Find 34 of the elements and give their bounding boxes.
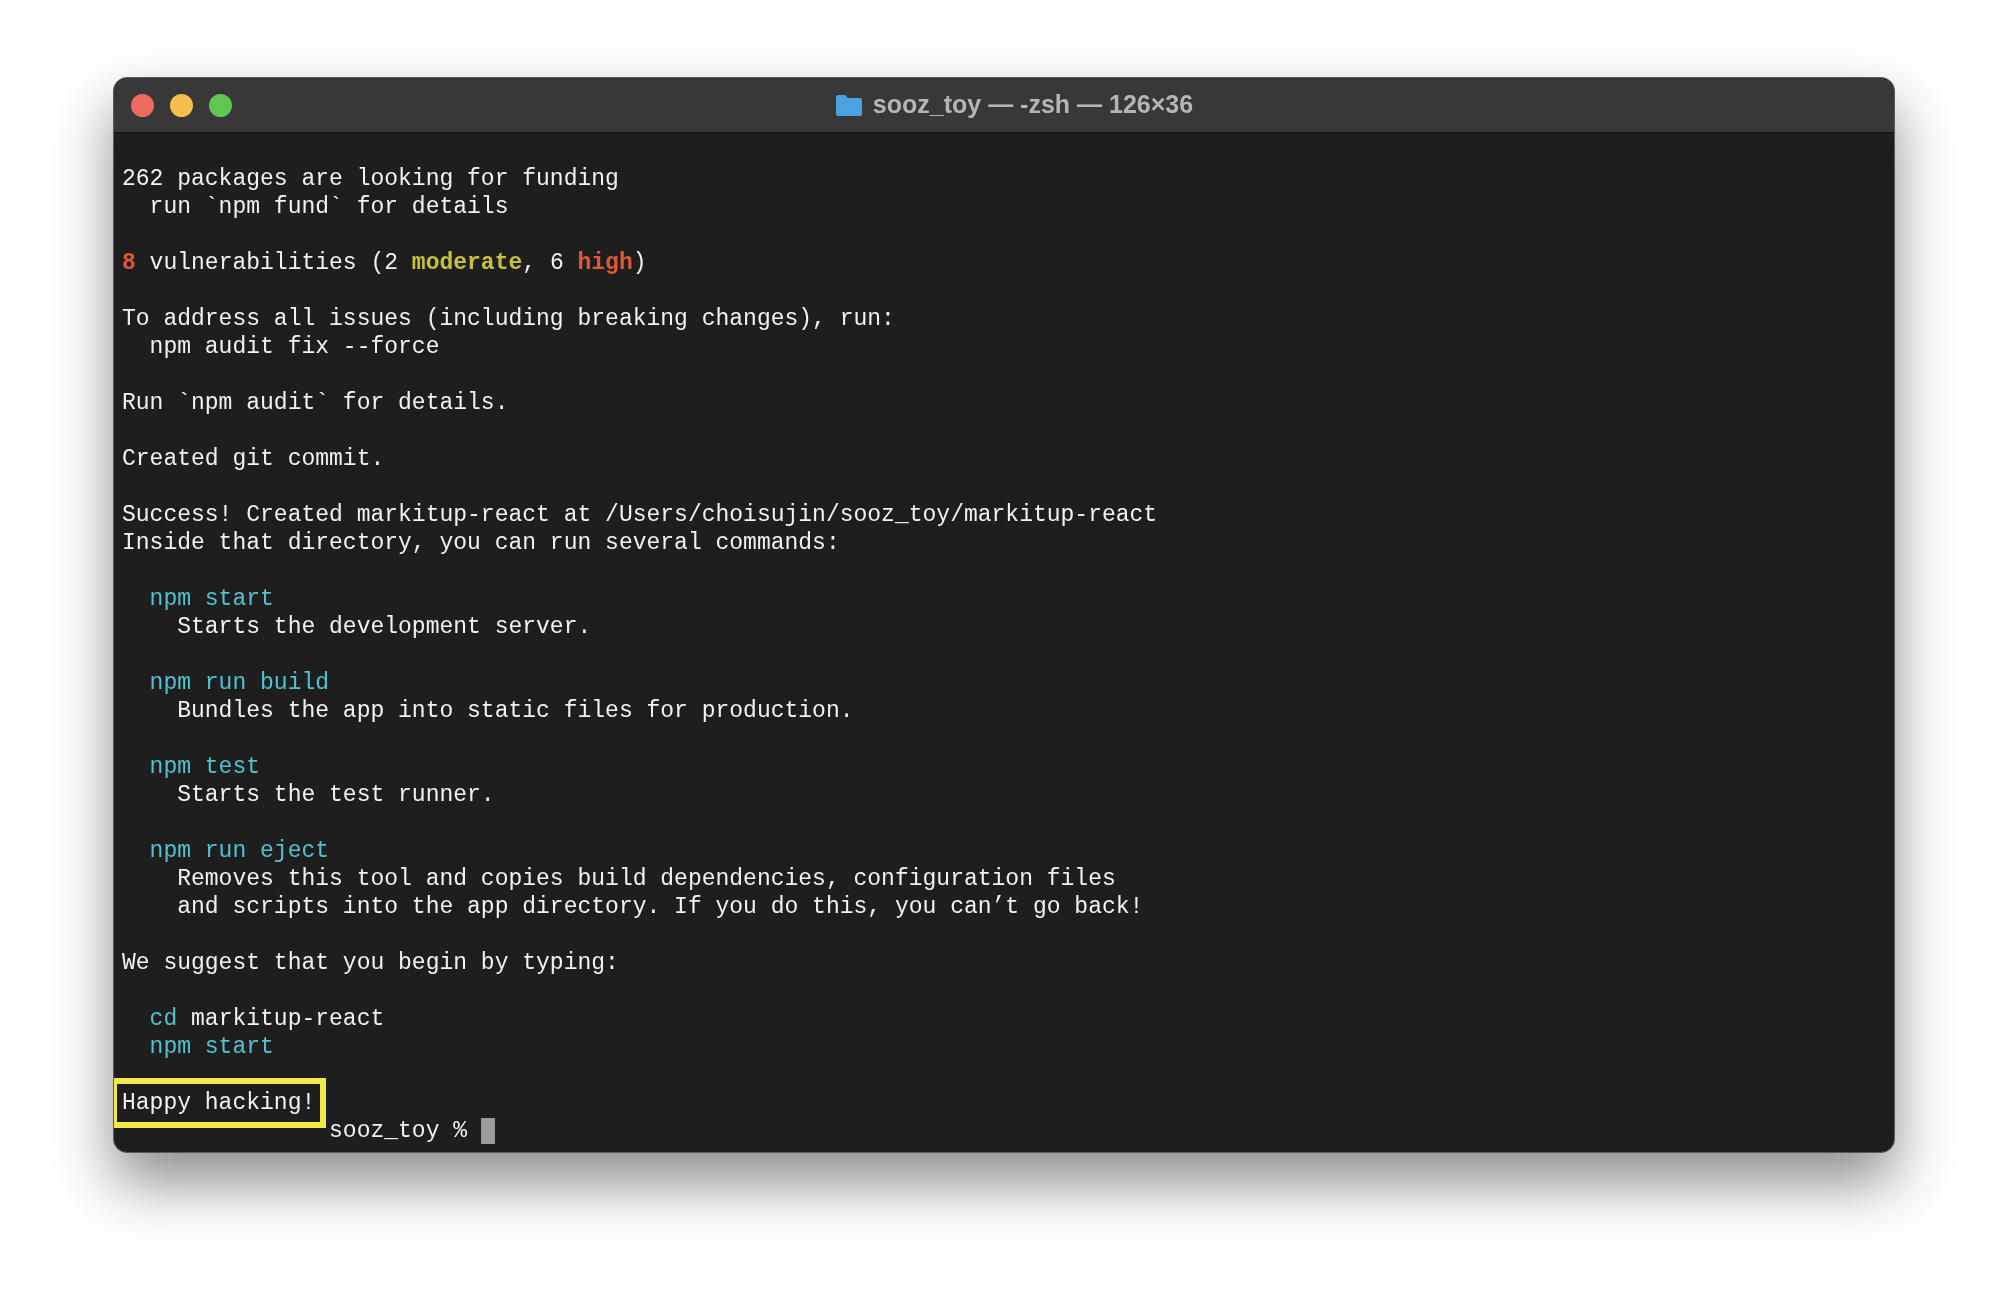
output-text: moderate	[411, 249, 523, 277]
output-text: Removes this tool and copies build dependencies, configuration files	[176, 865, 1116, 893]
output-text: high	[577, 249, 633, 277]
output-text: sooz_toy %	[329, 1117, 469, 1145]
zoom-button[interactable]	[209, 93, 232, 117]
folder-icon	[834, 93, 863, 117]
output-text: 262 packages are looking for funding	[122, 165, 619, 193]
output-text: Starts the development server.	[176, 613, 592, 641]
output-text: )	[632, 249, 647, 277]
output-text: Success! Created markitup-react at /Users/choisujin/sooz_toy/markitup-react	[122, 501, 1158, 529]
close-button[interactable]	[131, 93, 154, 117]
output-text: To address all issues (including breaking changes), run:	[122, 305, 895, 333]
output-text: Happy hacking!	[122, 1089, 316, 1117]
output-text: Bundles the app into static files for production.	[176, 697, 854, 725]
command-text: npm run build	[148, 669, 330, 697]
window-title: sooz_toy — -zsh — 126×36	[872, 89, 1194, 121]
command-text: npm start	[148, 585, 274, 613]
output-text: Starts the test runner.	[176, 781, 495, 809]
output-text: Inside that directory, you can run several commands:	[122, 529, 840, 557]
command-text: npm test	[148, 753, 261, 781]
output-text: We suggest that you begin by typing:	[122, 949, 619, 977]
output-text: npm audit fix --force	[148, 333, 440, 361]
output-text: 8	[122, 249, 136, 277]
output-text: , 6	[522, 249, 565, 277]
output-text: Created git commit.	[122, 445, 385, 473]
minimize-button[interactable]	[170, 93, 193, 117]
output-text: Run `npm audit` for details.	[122, 389, 509, 417]
output-text: markitup-react	[190, 1005, 385, 1033]
output-text: run `npm fund` for details	[148, 193, 509, 221]
output-text: vulnerabilities (2	[148, 249, 400, 277]
command-text: npm start	[148, 1033, 274, 1061]
output-text: and scripts into the app directory. If you do this, you can’t go back!	[176, 893, 1144, 921]
command-text: cd	[148, 1005, 178, 1033]
command-text: npm run eject	[148, 837, 330, 865]
